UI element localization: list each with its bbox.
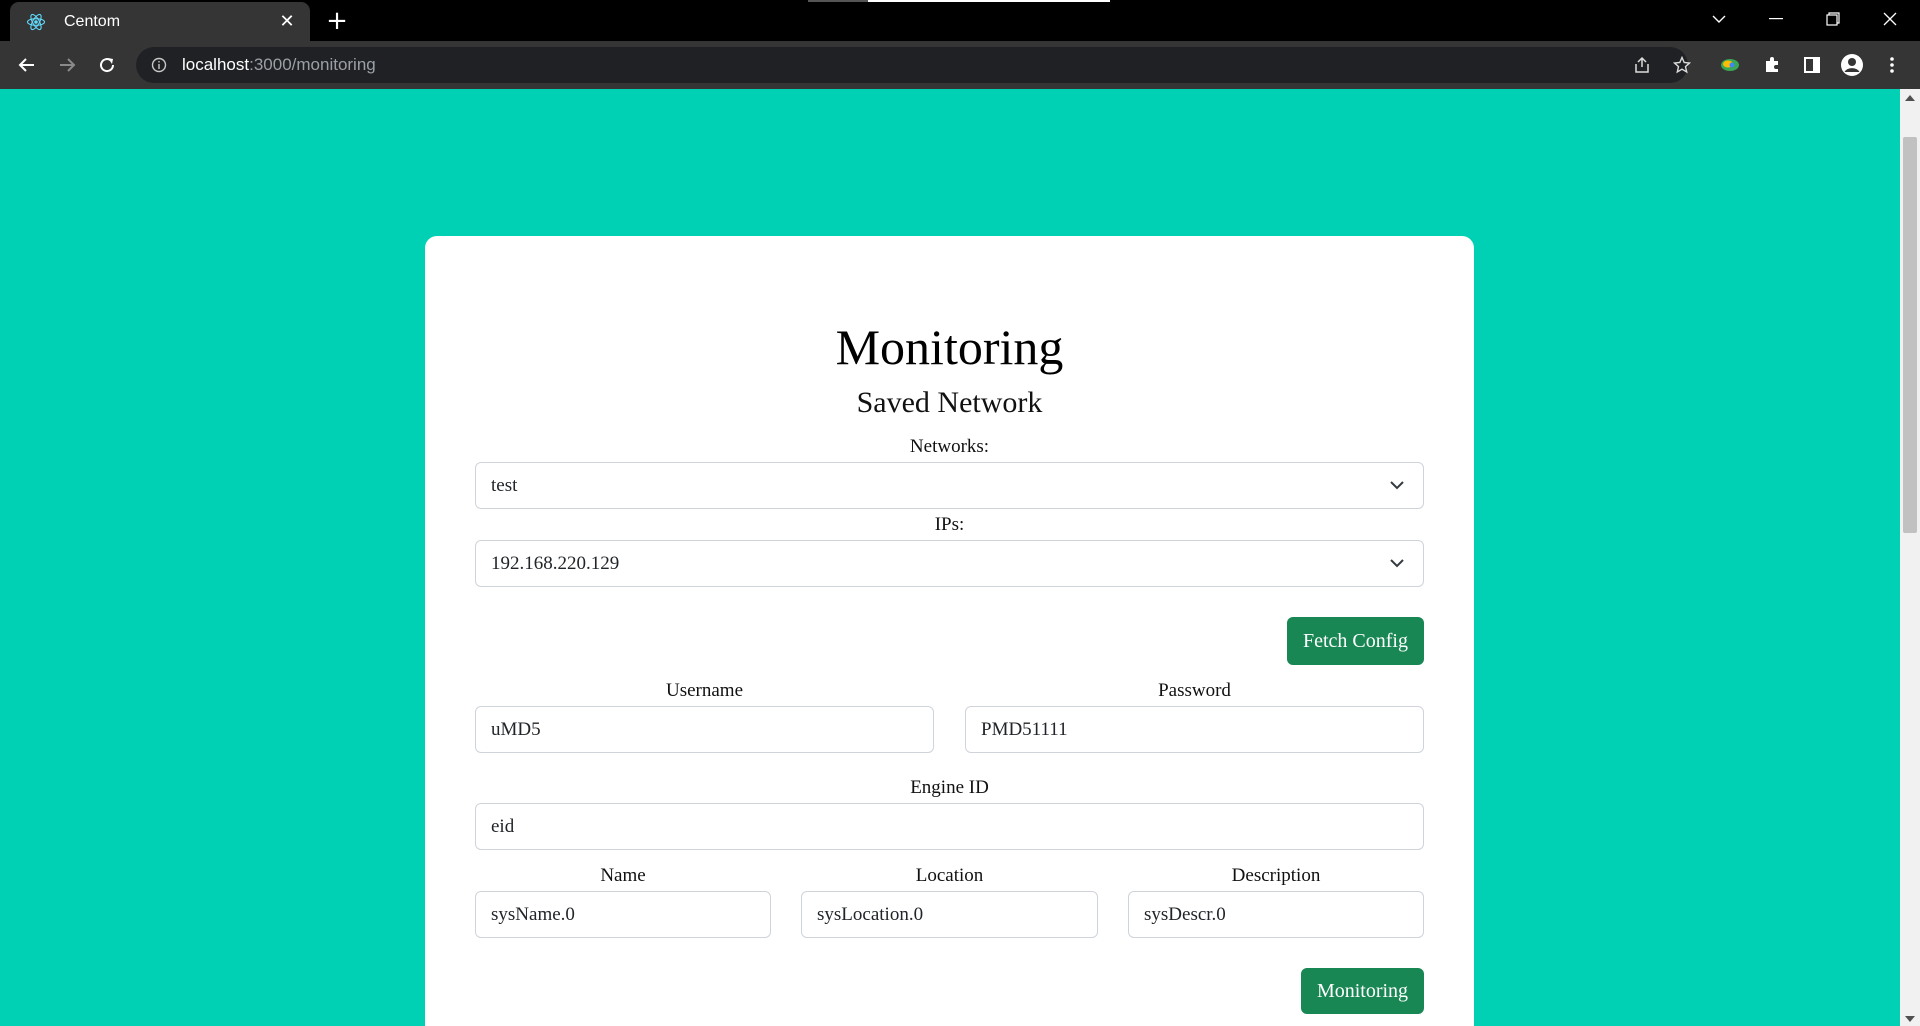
description-label: Description bbox=[1231, 865, 1321, 886]
puzzle-icon[interactable] bbox=[1756, 49, 1788, 81]
networks-label: Networks: bbox=[909, 436, 990, 457]
new-tab-button[interactable]: + bbox=[322, 6, 352, 36]
restore-icon[interactable] bbox=[1811, 0, 1855, 38]
tab-title: Centom bbox=[64, 12, 121, 30]
close-window-icon[interactable] bbox=[1868, 0, 1912, 38]
profile-icon[interactable] bbox=[1836, 49, 1868, 81]
tab-search-chevron-icon[interactable] bbox=[1697, 0, 1741, 38]
reload-icon[interactable] bbox=[91, 49, 123, 81]
engine-id-input[interactable]: eid bbox=[475, 803, 1424, 850]
description-input[interactable]: sysDescr.0 bbox=[1128, 891, 1424, 938]
name-input[interactable]: sysName.0 bbox=[475, 891, 771, 938]
monitoring-button[interactable]: Monitoring bbox=[1301, 968, 1424, 1014]
username-input[interactable]: uMD5 bbox=[475, 706, 934, 753]
saved-network-heading: Saved Network bbox=[856, 386, 1043, 419]
kebab-menu-icon[interactable] bbox=[1876, 49, 1908, 81]
browser-toolbar: localhost:3000/monitoring bbox=[0, 41, 1920, 89]
extension-colorful-icon[interactable] bbox=[1714, 49, 1746, 81]
minimize-icon[interactable] bbox=[1754, 0, 1798, 38]
share-icon[interactable] bbox=[1626, 49, 1658, 81]
password-input[interactable]: PMD51111 bbox=[965, 706, 1424, 753]
star-icon[interactable] bbox=[1666, 49, 1698, 81]
scroll-down-arrow-icon[interactable] bbox=[1905, 1016, 1915, 1022]
ips-select[interactable]: 192.168.220.129 bbox=[475, 540, 1424, 587]
fetch-config-button[interactable]: Fetch Config bbox=[1287, 617, 1424, 665]
page-scrollbar[interactable] bbox=[1900, 89, 1920, 1026]
browser-titlebar: Centom ✕ + bbox=[0, 0, 1920, 41]
url-path: :3000/monitoring bbox=[249, 55, 376, 74]
location-input[interactable]: sysLocation.0 bbox=[801, 891, 1098, 938]
tab-close-icon[interactable]: ✕ bbox=[276, 11, 298, 32]
location-label: Location bbox=[915, 865, 984, 886]
engine-id-label: Engine ID bbox=[910, 777, 989, 798]
url-host: localhost bbox=[182, 55, 250, 74]
ips-label: IPs: bbox=[934, 514, 965, 535]
scroll-up-arrow-icon[interactable] bbox=[1905, 95, 1915, 101]
password-label: Password bbox=[1158, 680, 1231, 701]
chevron-down-icon bbox=[1389, 477, 1405, 499]
browser-tab[interactable]: Centom ✕ bbox=[10, 2, 310, 41]
title-strip-dark bbox=[808, 0, 868, 2]
monitoring-card: Monitoring Saved Network Networks: test … bbox=[425, 236, 1474, 1026]
side-panel-icon[interactable] bbox=[1796, 49, 1828, 81]
scroll-thumb[interactable] bbox=[1903, 137, 1917, 533]
react-favicon-icon bbox=[26, 12, 46, 32]
networks-select[interactable]: test bbox=[475, 462, 1424, 509]
name-label: Name bbox=[600, 865, 646, 886]
page-title: Monitoring bbox=[835, 319, 1064, 375]
forward-arrow-icon[interactable] bbox=[51, 49, 83, 81]
address-bar[interactable]: localhost:3000/monitoring bbox=[136, 47, 1688, 83]
ips-select-value: 192.168.220.129 bbox=[491, 552, 620, 574]
back-arrow-icon[interactable] bbox=[11, 49, 43, 81]
chevron-down-icon bbox=[1389, 555, 1405, 577]
info-icon[interactable] bbox=[150, 56, 168, 74]
networks-select-value: test bbox=[491, 474, 518, 496]
username-label: Username bbox=[665, 680, 744, 701]
